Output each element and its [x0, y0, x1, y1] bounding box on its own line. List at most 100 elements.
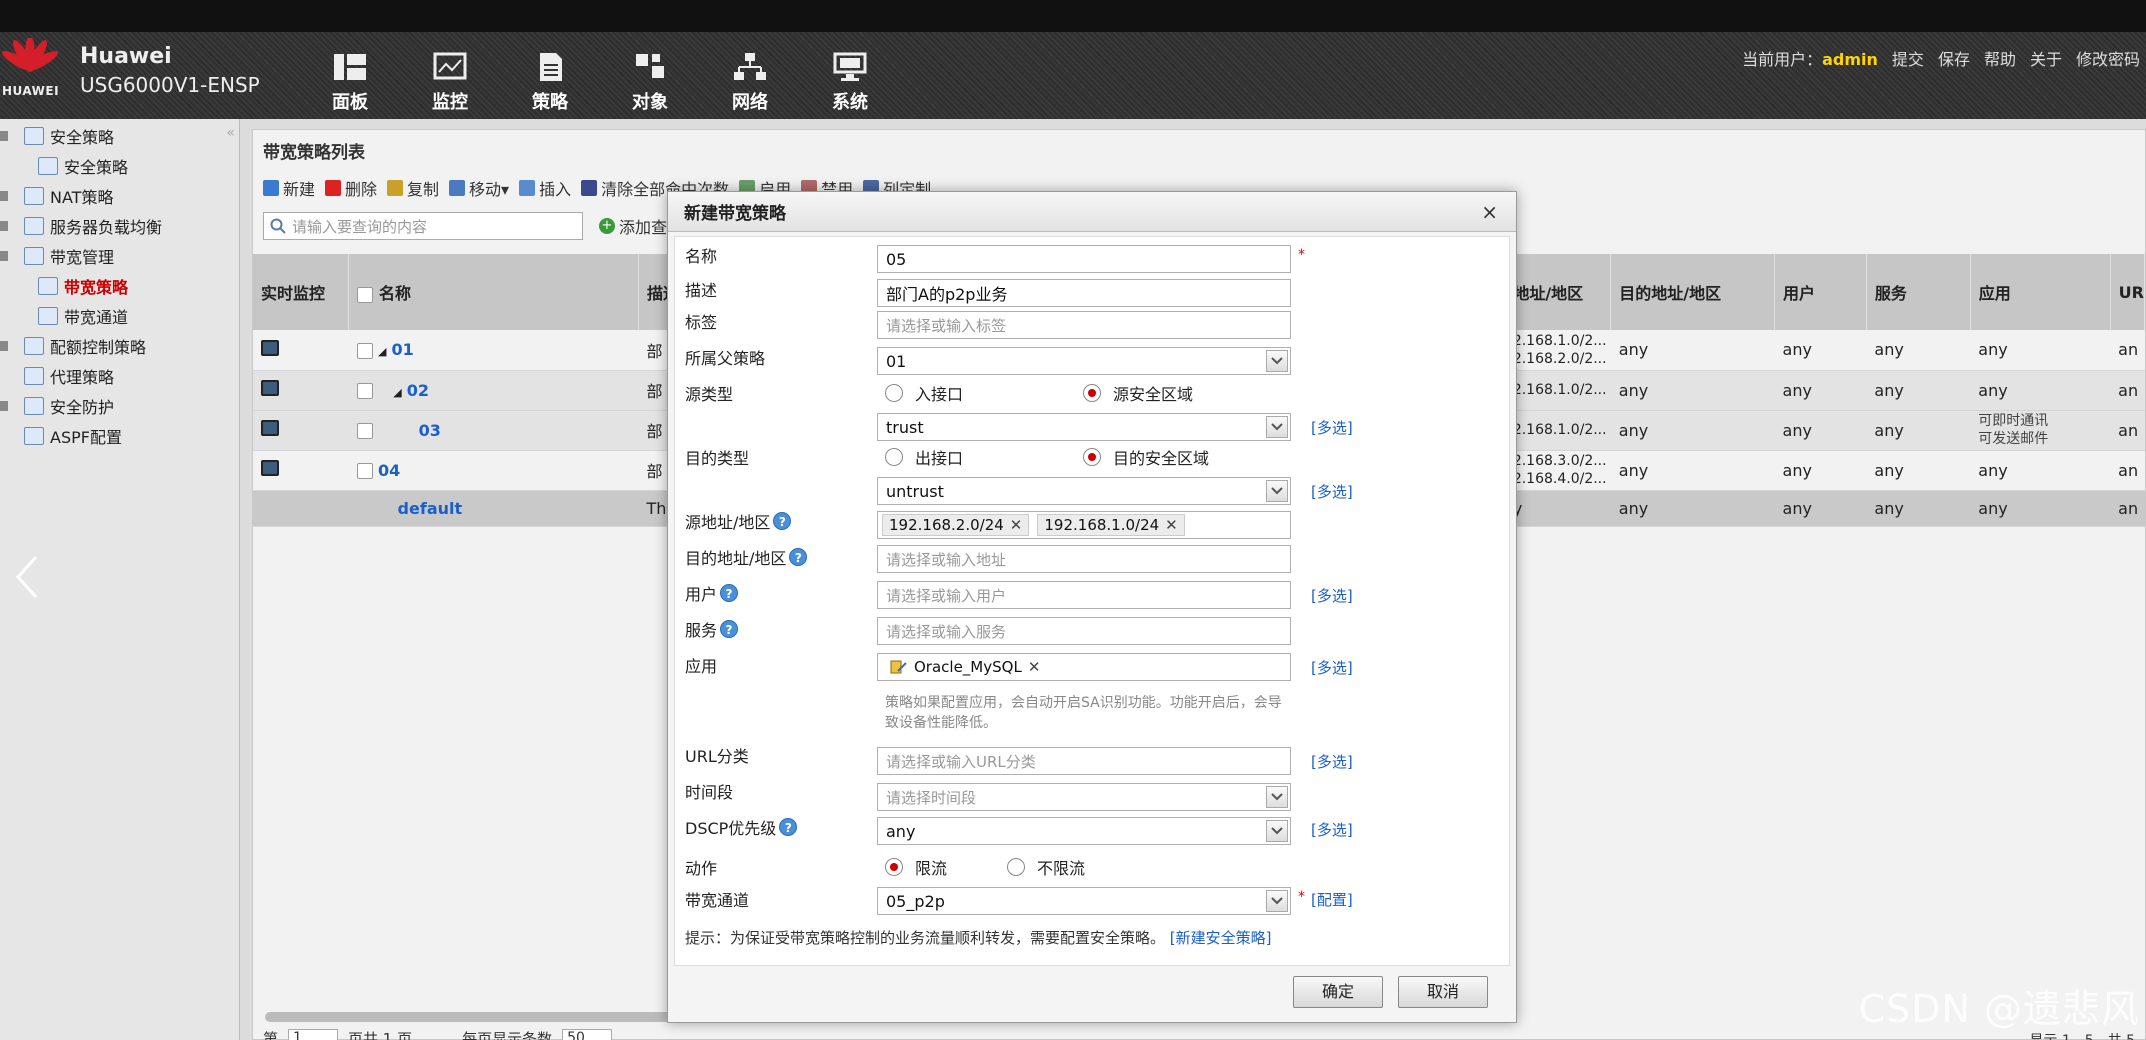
parent-policy-select[interactable]: 01 [877, 347, 1291, 375]
sidebar-item-quota-policy[interactable]: 配额控制策略 [0, 331, 238, 361]
new-button[interactable]: 新建 [263, 176, 315, 200]
chevron-down-icon[interactable] [1266, 890, 1288, 912]
radio-ingress-interface[interactable]: 入接口 [885, 381, 963, 405]
dest-zone-multi-select[interactable]: [多选] [1311, 481, 1353, 502]
sidebar-item-bandwidth-channel[interactable]: 带宽通道 [0, 301, 238, 331]
policy-doc-icon [38, 157, 58, 175]
policy-icon [540, 53, 562, 81]
commit-link[interactable]: 提交 [1892, 46, 1924, 70]
nav-object[interactable]: 对象 [600, 52, 700, 114]
sidebar-item-slb[interactable]: 服务器负载均衡 [0, 211, 238, 241]
dscp-select[interactable]: any [877, 817, 1291, 845]
cancel-button[interactable]: 取消 [1398, 976, 1488, 1008]
remove-tag-icon[interactable]: ✕ [1028, 658, 1041, 676]
chevron-down-icon[interactable] [1266, 350, 1288, 372]
sidebar-item-nat-policy[interactable]: NAT策略 [0, 181, 238, 211]
url-multi-select[interactable]: [多选] [1311, 751, 1353, 772]
delete-button[interactable]: 删除 [325, 176, 377, 200]
nav-dashboard[interactable]: 面板 [300, 52, 400, 114]
dest-zone-select[interactable]: untrust [877, 477, 1291, 505]
radio-source-zone[interactable]: 源安全区域 [1083, 381, 1193, 405]
action-label: 动作 [685, 859, 718, 878]
policy-name-link[interactable]: 02 [407, 381, 429, 400]
nav-monitor[interactable]: 监控 [400, 52, 500, 114]
description-label: 描述 [685, 281, 718, 300]
live-monitor-icon[interactable] [261, 420, 279, 436]
service-field[interactable]: 请选择或输入服务 [877, 617, 1291, 645]
url-category-field[interactable]: 请选择或输入URL分类 [877, 747, 1291, 775]
description-field[interactable]: 部门A的p2p业务 [877, 279, 1291, 307]
change-password-link[interactable]: 修改密码 [2076, 46, 2140, 70]
source-zone-multi-select[interactable]: [多选] [1311, 417, 1353, 438]
row-checkbox[interactable] [356, 423, 373, 439]
save-link[interactable]: 保存 [1938, 46, 1970, 70]
chevron-down-icon[interactable] [1266, 416, 1288, 438]
sidebar-item-proxy-policy[interactable]: 代理策略 [0, 361, 238, 391]
remove-tag-icon[interactable]: ✕ [1010, 516, 1023, 534]
remove-tag-icon[interactable]: ✕ [1165, 516, 1178, 534]
top-black-bar [0, 0, 2146, 32]
help-icon[interactable]: ? [779, 818, 798, 836]
dscp-multi-select[interactable]: [多选] [1311, 819, 1353, 840]
policy-name-link[interactable]: default [398, 499, 463, 518]
sidebar-item-aspf[interactable]: ASPF配置 [0, 421, 238, 451]
move-button[interactable]: 移动▾ [449, 176, 509, 200]
application-multi-select[interactable]: [多选] [1311, 657, 1353, 678]
brand: Huawei USG6000V1-ENSP [80, 44, 260, 97]
server-lb-icon [24, 217, 44, 235]
per-page-select[interactable]: 50 [562, 1028, 613, 1040]
tag-field[interactable]: 请选择或输入标签 [877, 311, 1291, 339]
select-all-checkbox[interactable] [357, 286, 374, 303]
about-link[interactable]: 关于 [2030, 46, 2062, 70]
bandwidth-channel-select[interactable]: 05_p2p [877, 887, 1291, 915]
help-icon[interactable]: ? [720, 584, 739, 602]
help-icon[interactable]: ? [789, 548, 808, 566]
source-address-field[interactable]: 192.168.2.0/24 ✕ 192.168.1.0/24 ✕ [877, 511, 1291, 539]
time-range-select[interactable]: 请选择时间段 [877, 783, 1291, 811]
live-monitor-icon[interactable] [261, 380, 279, 396]
row-checkbox[interactable] [356, 383, 373, 399]
help-link[interactable]: 帮助 [1984, 46, 2016, 70]
configure-channel-link[interactable]: [配置] [1311, 889, 1353, 910]
new-security-policy-link[interactable]: [新建安全策略] [1170, 929, 1272, 947]
chevron-left-icon[interactable] [14, 555, 42, 599]
copy-button[interactable]: 复制 [387, 176, 439, 200]
sidebar-item-bandwidth-mgmt[interactable]: 带宽管理 [0, 241, 238, 271]
live-monitor-icon[interactable] [261, 460, 279, 476]
row-checkbox[interactable] [356, 342, 373, 359]
page-input[interactable]: 1 [288, 1028, 339, 1040]
radio-circle-icon [1007, 858, 1025, 876]
nav-policy[interactable]: 策略 [500, 52, 600, 114]
dest-address-field[interactable]: 请选择或输入地址 [877, 545, 1291, 573]
policy-name-link[interactable]: 01 [392, 340, 414, 359]
sidebar-item-bandwidth-policy[interactable]: 带宽策略 [0, 271, 238, 301]
header-user-bar: 当前用户：admin 提交 保存 帮助 关于 修改密码 [1742, 46, 2140, 70]
row-checkbox[interactable] [356, 463, 373, 479]
chevron-down-icon[interactable] [1266, 786, 1288, 808]
help-icon[interactable]: ? [773, 512, 792, 530]
radio-egress-interface[interactable]: 出接口 [885, 445, 963, 469]
policy-name-link[interactable]: 04 [378, 461, 400, 480]
chevron-down-icon[interactable] [1266, 820, 1288, 842]
sidebar-item-security-protection[interactable]: 安全防护 [0, 391, 238, 421]
user-multi-select[interactable]: [多选] [1311, 585, 1353, 606]
sidebar-item-security-policy-sub[interactable]: 安全策略 [0, 151, 238, 181]
live-monitor-icon[interactable] [261, 339, 279, 356]
chevron-down-icon[interactable] [1266, 480, 1288, 502]
ok-button[interactable]: 确定 [1293, 976, 1383, 1008]
radio-limit[interactable]: 限流 [885, 855, 947, 879]
policy-name-link[interactable]: 03 [419, 421, 441, 440]
name-field[interactable]: 05 [877, 245, 1291, 273]
source-zone-select[interactable]: trust [877, 413, 1291, 441]
insert-button[interactable]: 插入 [519, 176, 571, 200]
help-icon[interactable]: ? [720, 620, 739, 638]
nav-network[interactable]: 网络 [700, 52, 800, 114]
user-field[interactable]: 请选择或输入用户 [877, 581, 1291, 609]
radio-dest-zone[interactable]: 目的安全区域 [1083, 445, 1209, 469]
nav-system[interactable]: 系统 [800, 52, 900, 114]
close-icon[interactable]: × [1481, 200, 1498, 224]
application-field[interactable]: Oracle_MySQL ✕ [877, 653, 1291, 681]
radio-no-limit[interactable]: 不限流 [1007, 855, 1085, 879]
search-input[interactable]: 请输入要查询的内容 [263, 212, 583, 240]
sidebar-item-security-policy[interactable]: 安全策略 [0, 121, 238, 151]
